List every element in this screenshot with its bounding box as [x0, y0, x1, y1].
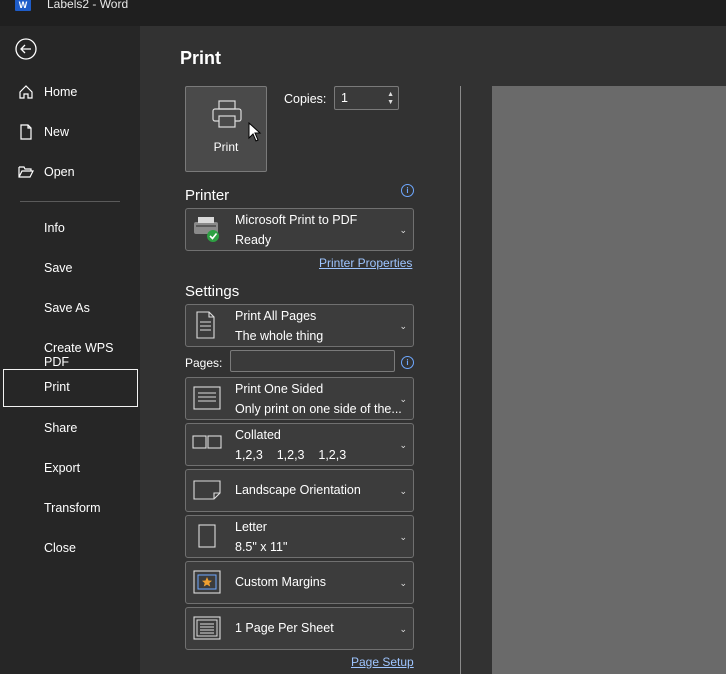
print-range-dropdown[interactable]: Print All Pages The whole thing ⌄ [185, 304, 414, 347]
paper-size-dropdown[interactable]: Letter 8.5" x 11" ⌄ [185, 515, 414, 558]
copies-value: 1 [341, 91, 348, 105]
chevron-down-icon: ⌄ [399, 225, 407, 235]
chevron-down-icon: ⌄ [399, 624, 407, 634]
landscape-icon [193, 480, 221, 500]
sidebar-item-export[interactable]: Export [0, 450, 140, 488]
pages-per-sheet-dropdown[interactable]: 1 Page Per Sheet ⌄ [185, 607, 414, 650]
sidebar-item-open[interactable]: Open [0, 154, 140, 192]
sidebar-item-label: Share [44, 421, 78, 435]
printer-section-title: Printer [185, 187, 230, 204]
spin-up-icon[interactable]: ▲ [387, 91, 394, 98]
back-arrow-icon[interactable] [15, 38, 37, 60]
printer-icon [212, 100, 242, 128]
sidebar-item-label: Open [44, 165, 75, 179]
sidebar-item-label: Transform [44, 501, 101, 515]
open-folder-icon [18, 166, 34, 178]
print-range-subtitle: The whole thing [235, 329, 324, 343]
print-preview-pane[interactable] [492, 86, 726, 674]
sidebar-item-label: Home [44, 85, 78, 99]
paper-size-title: Letter [235, 520, 267, 534]
printer-status: Ready [235, 233, 272, 247]
settings-section-title: Settings [185, 283, 240, 300]
sidebar-item-save-as[interactable]: Save As [0, 290, 140, 328]
copies-label: Copies: [284, 92, 327, 106]
copies-stepper[interactable]: 1 ▲ ▼ [334, 86, 399, 110]
orientation-title: Landscape Orientation [235, 483, 361, 497]
printer-name: Microsoft Print to PDF [235, 213, 358, 227]
pages-input[interactable] [230, 350, 395, 372]
sidebar-item-label: Save [44, 261, 73, 275]
page-title: Print [180, 48, 222, 68]
spin-down-icon[interactable]: ▼ [387, 99, 394, 106]
collation-subtitle: 1,2,3 1,2,3 1,2,3 [235, 448, 347, 462]
sidebar-item-info[interactable]: Info [0, 210, 140, 248]
new-document-icon [20, 124, 32, 140]
paper-size-subtitle: 8.5" x 11" [235, 540, 288, 554]
collation-dropdown[interactable]: Collated 1,2,3 1,2,3 1,2,3 ⌄ [185, 423, 414, 466]
printer-properties-link[interactable]: Printer Properties [319, 256, 412, 270]
sidebar-item-new[interactable]: New [0, 114, 140, 152]
preview-divider [460, 86, 461, 674]
sides-title: Print One Sided [235, 382, 324, 396]
pages-label: Pages: [185, 356, 223, 370]
sidebar-item-close[interactable]: Close [0, 530, 140, 568]
collated-icon [192, 435, 222, 449]
paper-size-icon [198, 524, 216, 548]
chevron-down-icon: ⌄ [399, 532, 407, 542]
pages-per-sheet-icon [193, 616, 221, 640]
chevron-down-icon: ⌄ [399, 578, 407, 588]
pages-per-sheet-title: 1 Page Per Sheet [235, 621, 334, 635]
sidebar-item-print[interactable]: Print [3, 369, 138, 407]
sidebar-item-create-wps-pdf[interactable]: Create WPS PDF [0, 330, 140, 369]
printer-dropdown[interactable]: Microsoft Print to PDF Ready ⌄ [185, 208, 414, 251]
printer-info-icon[interactable]: i [401, 184, 414, 197]
sidebar-item-label: Close [44, 541, 76, 555]
margins-title: Custom Margins [235, 575, 326, 589]
pages-icon [196, 311, 215, 339]
margins-dropdown[interactable]: Custom Margins ⌄ [185, 561, 414, 604]
printer-status-icon [194, 217, 219, 242]
chevron-down-icon: ⌄ [399, 321, 407, 331]
sidebar-item-label: New [44, 125, 70, 139]
sides-dropdown[interactable]: Print One Sided Only print on one side o… [185, 377, 414, 420]
sidebar-item-label: Export [44, 461, 81, 475]
sidebar-item-label: Info [44, 221, 65, 235]
collation-title: Collated [235, 428, 281, 442]
window-title: Labels2 - Word [47, 0, 129, 11]
sidebar-item-share[interactable]: Share [0, 410, 140, 448]
title-bar: W Labels2 - Word [0, 0, 726, 26]
page-setup-link[interactable]: Page Setup [351, 655, 414, 669]
print-button-label: Print [213, 140, 239, 154]
mouse-cursor-icon [248, 122, 262, 142]
pages-info-icon[interactable]: i [401, 356, 414, 369]
backstage-sidebar: Home New Open Info Save Save As Create W… [0, 26, 140, 674]
sidebar-item-home[interactable]: Home [0, 74, 140, 112]
sidebar-divider [20, 201, 120, 202]
orientation-dropdown[interactable]: Landscape Orientation ⌄ [185, 469, 414, 512]
print-range-title: Print All Pages [235, 309, 317, 323]
sidebar-item-label: Create WPS PDF [44, 341, 114, 369]
sides-subtitle: Only print on one side of the... [235, 402, 402, 416]
chevron-down-icon: ⌄ [399, 486, 407, 496]
one-sided-icon [193, 386, 221, 410]
custom-margins-icon [193, 570, 221, 594]
sidebar-item-label: Save As [44, 301, 90, 315]
word-logo-icon: W [15, 0, 31, 11]
home-icon [19, 85, 33, 99]
sidebar-item-label: Print [44, 380, 70, 394]
chevron-down-icon: ⌄ [399, 394, 407, 404]
sidebar-item-save[interactable]: Save [0, 250, 140, 288]
sidebar-item-transform[interactable]: Transform [0, 490, 140, 528]
chevron-down-icon: ⌄ [399, 440, 407, 450]
